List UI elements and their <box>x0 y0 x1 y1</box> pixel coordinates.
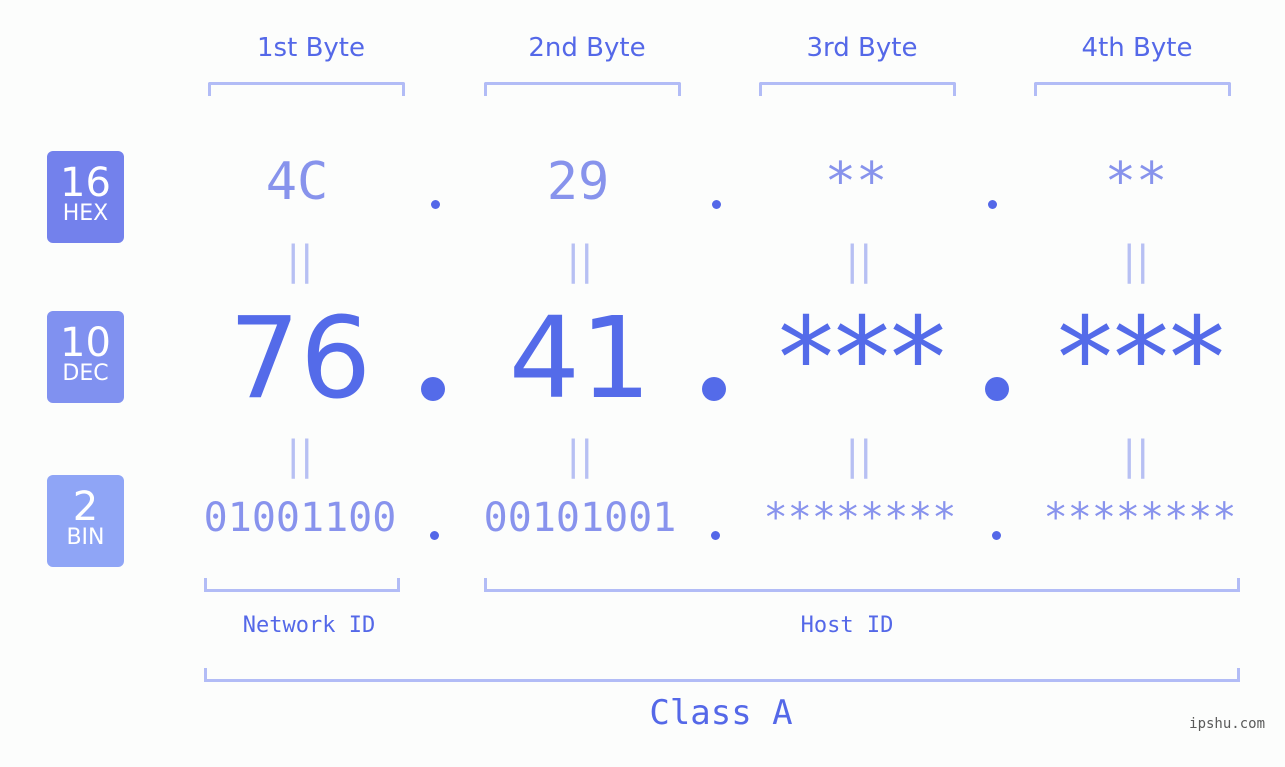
byte-header-4: 4th Byte <box>1081 33 1193 63</box>
hex-byte-2: 29 <box>546 152 610 212</box>
watermark: ipshu.com <box>1189 716 1265 732</box>
dec-byte-4: *** <box>1057 294 1225 424</box>
equals-hex-dec-3: || <box>845 238 873 284</box>
class-bracket <box>204 668 1240 682</box>
byte-header-1: 1st Byte <box>257 33 365 63</box>
byte-header-2: 2nd Byte <box>528 33 646 63</box>
equals-hex-dec-2: || <box>566 238 594 284</box>
byte-bracket-2 <box>484 82 681 96</box>
equals-dec-bin-3: || <box>845 433 873 479</box>
dec-badge-number: 10 <box>60 320 111 366</box>
hex-badge-label: HEX <box>62 201 109 226</box>
hex-byte-4: ** <box>1104 152 1168 212</box>
host-id-bracket <box>484 578 1240 592</box>
bin-dot-1 <box>430 531 439 540</box>
hex-dot-3 <box>988 200 997 209</box>
bin-badge-number: 2 <box>72 484 99 530</box>
dec-dot-2 <box>702 377 726 401</box>
dec-byte-1: 76 <box>228 294 372 424</box>
dec-dot-3 <box>985 377 1009 401</box>
byte-bracket-3 <box>759 82 956 96</box>
bin-dot-3 <box>992 531 1001 540</box>
byte-bracket-4 <box>1034 82 1231 96</box>
network-id-label: Network ID <box>242 613 376 638</box>
equals-dec-bin-4: || <box>1122 433 1150 479</box>
byte-header-3: 3rd Byte <box>806 33 918 63</box>
bin-byte-2: 00101001 <box>483 495 677 541</box>
hex-dot-1 <box>431 200 440 209</box>
byte-bracket-1 <box>208 82 405 96</box>
bin-byte-3: ******** <box>763 495 957 541</box>
network-id-bracket <box>204 578 400 592</box>
class-label: Class A <box>649 693 793 733</box>
dec-byte-2: 41 <box>508 294 652 424</box>
bin-byte-4: ******** <box>1043 495 1237 541</box>
equals-dec-bin-2: || <box>566 433 594 479</box>
equals-hex-dec-1: || <box>286 238 314 284</box>
hex-badge: 16 HEX <box>47 151 124 243</box>
bin-badge: 2 BIN <box>47 475 124 567</box>
hex-byte-3: ** <box>824 152 888 212</box>
dec-badge-label: DEC <box>62 361 109 386</box>
hex-badge-number: 16 <box>60 160 111 206</box>
bin-dot-2 <box>711 531 720 540</box>
host-id-label: Host ID <box>800 613 894 638</box>
dec-byte-3: *** <box>778 294 946 424</box>
dec-badge: 10 DEC <box>47 311 124 403</box>
hex-byte-1: 4C <box>265 152 329 212</box>
dec-dot-1 <box>421 377 445 401</box>
hex-dot-2 <box>712 200 721 209</box>
equals-dec-bin-1: || <box>286 433 314 479</box>
bin-badge-label: BIN <box>66 525 105 550</box>
bin-byte-1: 01001100 <box>203 495 397 541</box>
equals-hex-dec-4: || <box>1122 238 1150 284</box>
